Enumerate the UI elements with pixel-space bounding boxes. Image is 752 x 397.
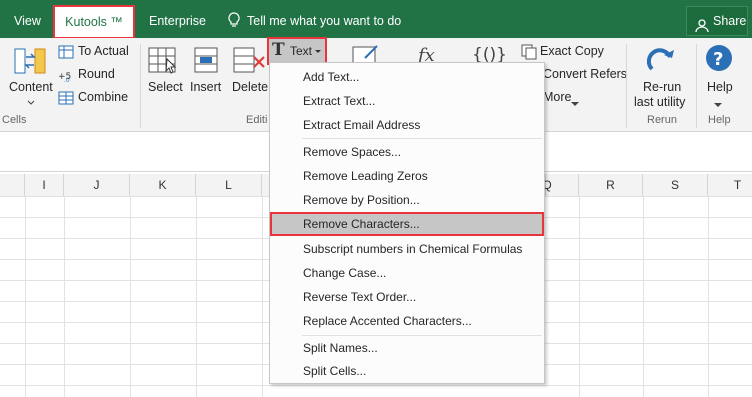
svg-text:?: ? xyxy=(713,49,723,70)
convert-refers-button[interactable]: Convert Refers xyxy=(543,67,627,81)
select-button[interactable]: Select xyxy=(148,80,183,94)
share-button[interactable]: Share xyxy=(686,6,748,36)
menu-item-extract-text[interactable]: Extract Text... xyxy=(270,89,544,113)
menu-item-change-case[interactable]: Change Case... xyxy=(270,261,544,285)
tab-kutools[interactable]: Kutools ™ xyxy=(55,7,133,37)
group-label-rerun: Rerun xyxy=(647,114,677,126)
menu-item-remove-characters[interactable]: Remove Characters... xyxy=(270,212,544,236)
menu-item-extract-email[interactable]: Extract Email Address xyxy=(270,113,544,137)
help-button[interactable]: Help xyxy=(707,80,733,94)
svg-text:.0: .0 xyxy=(64,77,70,83)
menu-item-reverse-text-order[interactable]: Reverse Text Order... xyxy=(270,285,544,309)
round-icon: +5.0 xyxy=(58,67,74,86)
content-button[interactable]: Content xyxy=(9,80,53,94)
column-header-s[interactable]: S xyxy=(643,174,708,196)
more-dropdown-icon xyxy=(571,96,579,110)
grid-line xyxy=(579,196,580,397)
group-divider xyxy=(626,44,627,128)
dropdown-arrow-icon xyxy=(12,95,50,109)
menu-item-remove-by-position[interactable]: Remove by Position... xyxy=(270,188,544,212)
menu-item-remove-leading-zeros[interactable]: Remove Leading Zeros xyxy=(270,164,544,188)
menu-item-split-cells[interactable]: Split Cells... xyxy=(270,359,544,383)
text-button-label: Text xyxy=(290,44,313,58)
tab-enterprise[interactable]: Enterprise xyxy=(149,0,206,38)
column-header-r[interactable]: R xyxy=(579,174,643,196)
exact-copy-icon xyxy=(521,44,537,63)
column-header-l[interactable]: L xyxy=(196,174,262,196)
exact-copy-button[interactable]: Exact Copy xyxy=(540,44,604,58)
text-t-icon: T xyxy=(272,40,285,60)
group-label-help: Help xyxy=(708,114,731,126)
rerun-label-1[interactable]: Re-run xyxy=(643,80,681,94)
round-button[interactable]: Round xyxy=(78,67,115,81)
lightbulb-icon xyxy=(228,12,240,31)
grid-line xyxy=(64,196,65,397)
rerun-label-2[interactable]: last utility xyxy=(634,95,685,109)
column-header-k[interactable]: K xyxy=(130,174,196,196)
chevron-down-icon xyxy=(315,50,321,53)
menu-item-subscript-numbers[interactable]: Subscript numbers in Chemical Formulas xyxy=(270,237,544,261)
grid-line xyxy=(196,196,197,397)
group-divider xyxy=(140,44,141,128)
to-actual-icon xyxy=(58,44,74,63)
text-dropdown-menu: Add Text... Extract Text... Extract Emai… xyxy=(269,62,545,384)
group-divider xyxy=(696,44,697,128)
column-header-i[interactable]: I xyxy=(25,174,64,196)
menu-item-replace-accented[interactable]: Replace Accented Characters... xyxy=(270,309,544,333)
help-dropdown-icon xyxy=(714,97,722,111)
menu-separator xyxy=(302,138,542,139)
combine-button[interactable]: Combine xyxy=(78,90,128,104)
group-label-cells: Cells xyxy=(2,114,27,126)
delete-button[interactable]: Delete xyxy=(232,80,268,94)
row-header-corner xyxy=(0,174,25,196)
group-label-editing: Editi xyxy=(246,114,268,126)
select-icon xyxy=(147,45,179,80)
insert-button[interactable]: Insert xyxy=(190,80,221,94)
person-icon xyxy=(695,15,709,33)
tab-view[interactable]: View xyxy=(14,0,41,38)
grid-line xyxy=(708,196,709,397)
delete-icon xyxy=(232,45,266,80)
grid-line xyxy=(262,196,263,397)
grid-line xyxy=(643,196,644,397)
text-dropdown-button[interactable]: T Text xyxy=(269,39,325,63)
combine-icon xyxy=(58,90,74,109)
column-header-t[interactable]: T xyxy=(708,174,752,196)
grid-line xyxy=(130,196,131,397)
content-converter-icon xyxy=(14,45,46,80)
column-header-j[interactable]: J xyxy=(64,174,130,196)
share-label: Share xyxy=(713,14,747,28)
help-question-icon: ? xyxy=(705,44,733,75)
insert-icon xyxy=(192,45,222,80)
tell-me-search[interactable]: Tell me what you want to do xyxy=(247,0,401,38)
menu-item-split-names[interactable]: Split Names... xyxy=(270,336,544,360)
menu-item-add-text[interactable]: Add Text... xyxy=(270,65,544,89)
rerun-icon xyxy=(644,43,676,78)
menu-item-remove-spaces[interactable]: Remove Spaces... xyxy=(270,140,544,164)
more-button[interactable]: More xyxy=(543,90,571,104)
grid-line xyxy=(25,196,26,397)
to-actual-button[interactable]: To Actual xyxy=(78,44,129,58)
